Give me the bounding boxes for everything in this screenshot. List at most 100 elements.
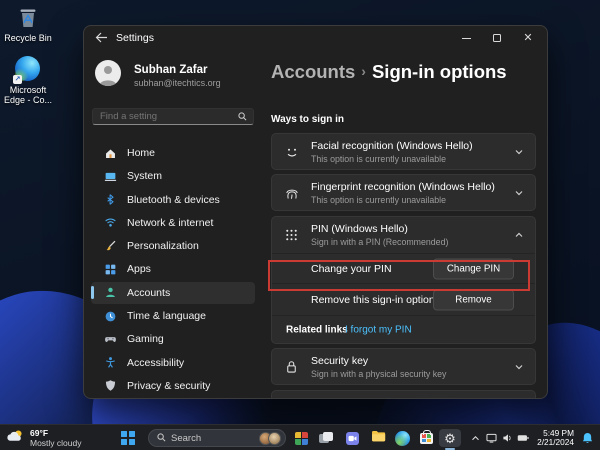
system-icon [103, 169, 117, 183]
find-a-setting-search[interactable] [92, 108, 254, 125]
time-language-icon [103, 309, 117, 323]
card-subtitle: Sign in with a physical security key [311, 368, 447, 379]
sidebar-item-label: Apps [127, 263, 151, 276]
sidebar-item-home[interactable]: Home [91, 142, 255, 164]
breadcrumb: Accounts › Sign-in options [271, 61, 507, 83]
maximize-button[interactable] [486, 30, 508, 46]
avatar[interactable] [95, 60, 121, 86]
sidebar-item-time-language[interactable]: Time & language [91, 305, 255, 327]
breadcrumb-accounts[interactable]: Accounts [271, 61, 355, 82]
card-subtitle: This option is currently unavailable [311, 153, 446, 164]
card-title: Fingerprint recognition (Windows Hello) [311, 181, 495, 193]
sidebar-item-label: Gaming [127, 333, 164, 346]
hidden-icons-chevron[interactable] [467, 430, 483, 446]
sidebar-item-gaming[interactable]: Gaming [91, 328, 255, 350]
windows-logo-icon [121, 431, 135, 445]
desktop-icon-label: Recycle Bin [4, 33, 52, 43]
sidebar-item-label: Privacy & security [127, 379, 211, 392]
sidebar-item-accessibility[interactable]: Accessibility [91, 352, 255, 374]
screen: Recycle Bin ↗ Microsoft Edge - Co... Set… [0, 0, 600, 450]
card-security-key[interactable]: Security key Sign in with a physical sec… [271, 348, 536, 385]
microsoft-store-button[interactable] [415, 429, 437, 447]
window-titlebar[interactable]: Settings ✕ [84, 26, 547, 50]
privacy-shield-icon [103, 379, 117, 393]
card-subtitle: This option is currently unavailable [311, 194, 446, 205]
search-highlight-avatar [268, 431, 281, 445]
sidebar-item-label: Personalization [127, 240, 199, 253]
row-label: Change your PIN [311, 262, 392, 275]
window-title: Settings [116, 32, 154, 44]
desktop-icon-recycle-bin[interactable]: Recycle Bin [1, 4, 55, 43]
card-facial-recognition[interactable]: Facial recognition (Windows Hello) This … [271, 133, 536, 170]
row-related-links: Related links I forgot my PIN [272, 315, 535, 344]
task-view-icon [319, 432, 333, 444]
taskbar-widgets-button[interactable] [290, 429, 312, 447]
sidebar-item-accounts[interactable]: Accounts [91, 281, 255, 304]
card-title: Security key [311, 355, 369, 367]
pin-card-header[interactable]: PIN (Windows Hello) Sign in with a PIN (… [272, 217, 535, 253]
clock-date: 2/21/2024 [537, 437, 574, 447]
card-subtitle: Sign in with a PIN (Recommended) [311, 236, 449, 247]
accessibility-icon [103, 356, 117, 370]
battery-icon[interactable] [515, 430, 531, 446]
desktop-icon-edge[interactable]: ↗ Microsoft Edge - Co... [1, 56, 55, 105]
edge-icon: ↗ [13, 56, 41, 84]
row-remove-sign-in-option: Remove this sign-in option Remove [272, 283, 535, 315]
card-fingerprint-recognition[interactable]: Fingerprint recognition (Windows Hello) … [271, 174, 536, 211]
home-icon [103, 146, 117, 160]
chevron-up-icon[interactable] [514, 230, 524, 240]
pin-pad-icon [283, 227, 300, 244]
card-title: Facial recognition (Windows Hello) [311, 140, 473, 152]
forgot-pin-link[interactable]: I forgot my PIN [345, 325, 412, 336]
remove-button[interactable]: Remove [433, 289, 514, 310]
display-icon[interactable] [483, 430, 499, 446]
desktop-icon-label: Microsoft Edge - Co... [3, 85, 53, 105]
sidebar-item-label: Bluetooth & devices [127, 193, 220, 206]
close-button[interactable]: ✕ [517, 30, 539, 46]
folder-icon [371, 429, 386, 447]
sidebar-item-personalization[interactable]: Personalization [91, 235, 255, 257]
sidebar-item-privacy-security[interactable]: Privacy & security [91, 375, 255, 397]
weather-widget[interactable]: 69°F Mostly cloudy [6, 428, 82, 449]
profile-email: subhan@itechtics.org [134, 78, 221, 88]
volume-icon[interactable] [499, 430, 515, 446]
sidebar-item-apps[interactable]: Apps [91, 258, 255, 280]
sidebar-item-system[interactable]: System [91, 165, 255, 187]
start-button[interactable] [118, 429, 138, 447]
sidebar-item-label: Time & language [127, 310, 206, 323]
sidebar-item-network-internet[interactable]: Network & internet [91, 212, 255, 234]
row-label: Remove this sign-in option [311, 293, 435, 306]
sidebar-item-bluetooth-devices[interactable]: Bluetooth & devices [91, 189, 255, 211]
search-input[interactable] [93, 111, 238, 122]
network-icon [103, 216, 117, 230]
taskbar-clock[interactable]: 5:49 PM 2/21/2024 [537, 428, 574, 448]
back-button[interactable] [94, 31, 110, 45]
related-links-label: Related links [286, 324, 348, 336]
task-view-button[interactable] [315, 429, 337, 447]
settings-window: Settings ✕ Subhan Zafar subhan@itechtics… [83, 25, 548, 399]
gaming-icon [103, 332, 117, 346]
card-password[interactable]: Password Sign in with your account's pas… [271, 390, 536, 398]
apps-icon [103, 262, 117, 276]
settings-sidebar: Home System Bluetooth & devices Network … [91, 142, 255, 398]
accounts-icon [103, 286, 117, 300]
bluetooth-icon [103, 193, 117, 207]
card-title: PIN (Windows Hello) [311, 223, 408, 235]
taskbar-chat-button[interactable] [341, 429, 363, 447]
settings-app-button[interactable]: ⚙ [439, 429, 461, 450]
edge-icon [394, 430, 410, 446]
minimize-button[interactable] [455, 30, 477, 46]
notification-bell-icon[interactable] [578, 430, 596, 446]
taskbar: 69°F Mostly cloudy Search ⚙ 5:49 PM 2/21… [0, 424, 600, 450]
edge-browser-button[interactable] [391, 429, 413, 447]
chevron-down-icon[interactable] [514, 362, 524, 372]
chevron-down-icon[interactable] [514, 188, 524, 198]
security-key-lock-icon [283, 359, 300, 376]
weather-condition: Mostly cloudy [30, 437, 82, 448]
profile-name[interactable]: Subhan Zafar [134, 64, 207, 76]
section-label: Ways to sign in [271, 114, 344, 125]
file-explorer-button[interactable] [367, 429, 389, 447]
taskbar-search[interactable]: Search [148, 429, 286, 447]
chevron-down-icon[interactable] [514, 147, 524, 157]
change-pin-button[interactable]: Change PIN [433, 258, 514, 279]
